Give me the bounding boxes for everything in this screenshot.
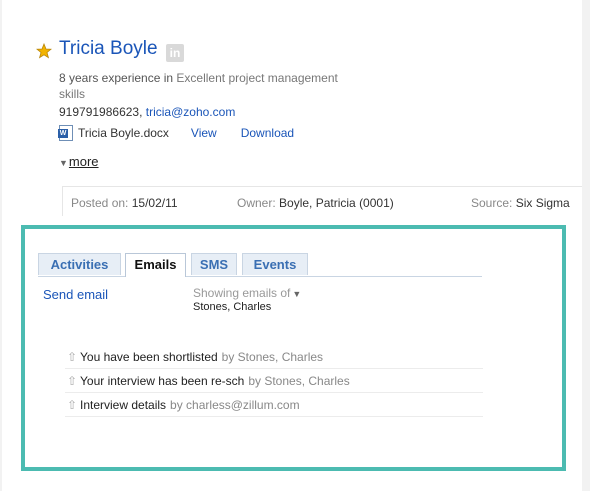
email-subject[interactable]: You have been shortlisted (80, 346, 218, 368)
email-sender: by Stones, Charles (221, 349, 324, 364)
posted-on: Posted on: 15/02/11 (71, 196, 178, 210)
email-subject[interactable]: Your interview has been re-sch (80, 370, 244, 392)
email-sender: by charless@zillum.com (170, 397, 300, 412)
tab-emails[interactable]: Emails (125, 253, 186, 277)
posted-label: Posted on: (71, 196, 129, 210)
list-item[interactable]: ⇧ Your interview has been re-sch by Ston… (65, 369, 483, 393)
email-subject[interactable]: Interview details (80, 394, 166, 416)
phone-number: 919791986623, (59, 105, 143, 119)
more-label: more (68, 154, 99, 169)
owner: Owner: Boyle, Patricia (0001) (237, 196, 394, 210)
resume-row: W Tricia Boyle.docx View Download (58, 125, 294, 141)
list-item[interactable]: ⇧ Interview details by charless@zillum.c… (65, 393, 483, 417)
linkedin-icon[interactable]: in (166, 44, 184, 62)
source-value: Six Sigma (515, 196, 570, 210)
tab-bar: Activities Emails SMS Events (38, 253, 482, 277)
source: Source: Six Sigma (471, 196, 570, 210)
tab-events[interactable]: Events (242, 253, 308, 275)
source-label: Source: (471, 196, 513, 210)
showing-person: Stones, Charles (193, 301, 272, 313)
email-sender: by Stones, Charles (248, 373, 350, 388)
reply-arrow-icon: ⇧ (66, 373, 78, 388)
candidate-name[interactable]: Tricia Boyle (59, 38, 158, 60)
showing-emails-dropdown[interactable]: Showing emails of ▼ (193, 286, 301, 300)
tab-sms[interactable]: SMS (191, 253, 237, 275)
triangle-down-icon: ▼ (59, 158, 68, 168)
download-link[interactable]: Download (241, 126, 294, 140)
resume-filename: Tricia Boyle.docx (78, 126, 169, 140)
view-link[interactable]: View (191, 126, 217, 140)
email-link[interactable]: tricia@zoho.com (146, 105, 236, 119)
email-list: ⇧ You have been shortlisted by Stones, C… (65, 345, 483, 417)
tab-activities[interactable]: Activities (38, 253, 121, 275)
send-email-link[interactable]: Send email (43, 287, 108, 302)
owner-value: Boyle, Patricia (0001) (279, 196, 394, 210)
experience-summary: 8 years experience in Excellent project … (59, 70, 359, 102)
more-toggle[interactable]: ▼more (59, 154, 99, 169)
word-doc-icon: W (58, 125, 73, 141)
owner-label: Owner: (237, 196, 276, 210)
info-bar: Posted on: 15/02/11 Owner: Boyle, Patric… (62, 186, 582, 216)
posted-value: 15/02/11 (131, 196, 178, 210)
reply-arrow-icon: ⇧ (66, 349, 78, 364)
highlight-frame: Activities Emails SMS Events Send email … (21, 225, 566, 471)
triangle-down-icon: ▼ (292, 289, 302, 299)
experience-text: 8 years experience in (59, 71, 174, 85)
contact-line: 919791986623, tricia@zoho.com (59, 105, 235, 119)
list-item[interactable]: ⇧ You have been shortlisted by Stones, C… (65, 345, 483, 369)
showing-label: Showing emails of (193, 286, 291, 300)
reply-arrow-icon: ⇧ (66, 397, 78, 412)
star-icon[interactable] (36, 43, 52, 59)
